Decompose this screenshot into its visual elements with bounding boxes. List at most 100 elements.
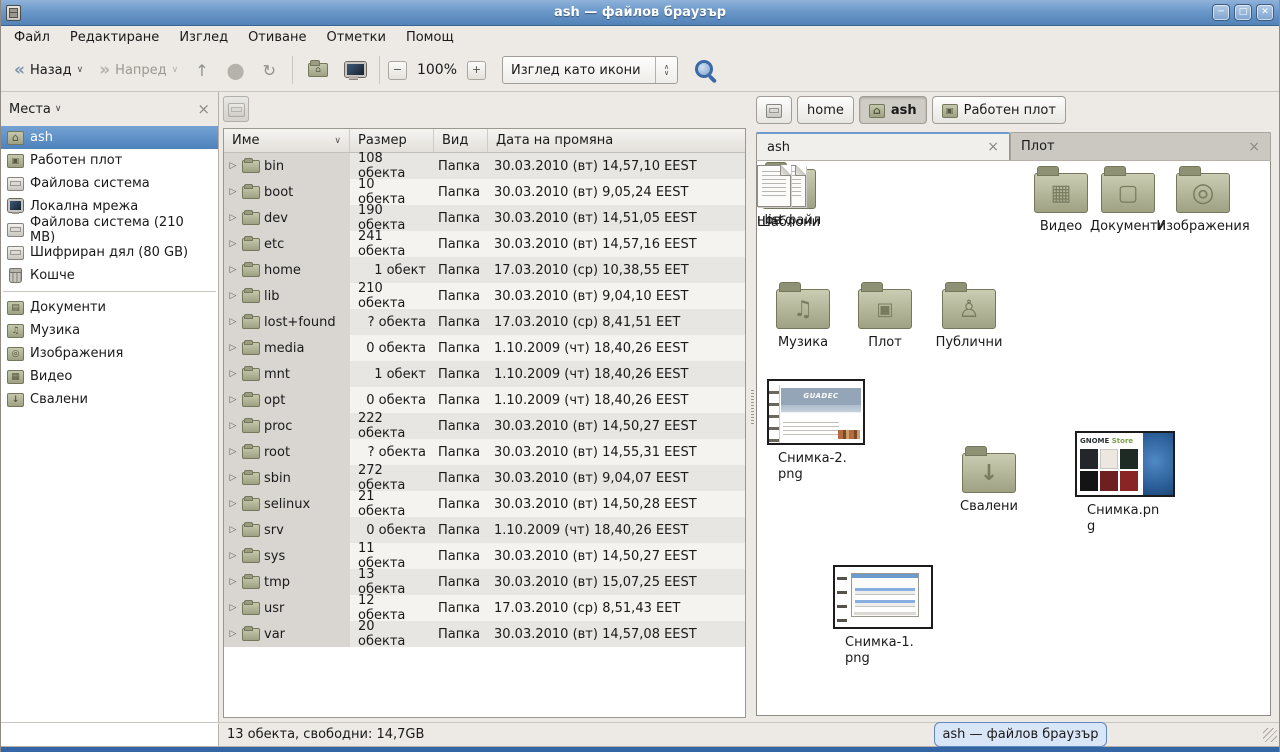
expander-icon[interactable]: ▷: [228, 161, 238, 171]
tab-close-icon[interactable]: ×: [987, 139, 999, 155]
icon-view-item[interactable]: list: [757, 161, 791, 229]
sidebar-place-item[interactable]: Документи: [1, 296, 218, 319]
table-row[interactable]: ▷ usr 12 обекта Папка 17.03.2010 (ср) 8,…: [224, 595, 745, 621]
resize-grip[interactable]: [1263, 728, 1277, 742]
taskbar-window-button[interactable]: ash — файлов браузър: [934, 722, 1107, 747]
menu-item[interactable]: Изглед: [170, 28, 237, 47]
home-button[interactable]: ⌂: [301, 58, 335, 82]
back-button[interactable]: « Назад ∨: [7, 58, 90, 83]
menu-item[interactable]: Помощ: [397, 28, 463, 47]
menu-item[interactable]: Редактиране: [61, 28, 168, 47]
sidebar-place-item[interactable]: Кошче: [1, 264, 218, 287]
icon-view-item[interactable]: Изображения: [1163, 165, 1243, 235]
expander-icon[interactable]: ▷: [228, 265, 238, 275]
menu-item[interactable]: Отиване: [239, 28, 315, 47]
icon-view-item[interactable]: Видео: [1025, 165, 1097, 235]
sidebar-place-item[interactable]: Изображения: [1, 342, 218, 365]
expander-icon[interactable]: ▷: [228, 343, 238, 353]
icon-view-item[interactable]: Публични: [929, 281, 1009, 351]
close-button[interactable]: ✕: [1256, 4, 1274, 21]
combo-spinner-icon[interactable]: ∧∨: [655, 57, 677, 83]
expander-icon[interactable]: ▷: [228, 421, 238, 431]
sidebar-place-item[interactable]: Файлова система (210 MB): [1, 218, 218, 241]
table-row[interactable]: ▷ proc 222 обекта Папка 30.03.2010 (вт) …: [224, 413, 745, 439]
path-home-button[interactable]: home: [797, 96, 854, 124]
sidebar-place-item[interactable]: ash: [1, 126, 218, 149]
back-history-caret-icon[interactable]: ∨: [77, 65, 84, 75]
table-row[interactable]: ▷ boot 10 обекта Папка 30.03.2010 (вт) 9…: [224, 179, 745, 205]
table-row[interactable]: ▷ lost+found ? обекта Папка 17.03.2010 (…: [224, 309, 745, 335]
expander-icon[interactable]: ▷: [228, 629, 238, 639]
table-row[interactable]: ▷ srv 0 обекта Папка 1.10.2009 (чт) 18,4…: [224, 517, 745, 543]
table-row[interactable]: ▷ tmp 13 обекта Папка 30.03.2010 (вт) 15…: [224, 569, 745, 595]
table-row[interactable]: ▷ bin 108 обекта Папка 30.03.2010 (вт) 1…: [224, 153, 745, 179]
menu-item[interactable]: Файл: [5, 28, 59, 47]
expander-icon[interactable]: ▷: [228, 317, 238, 327]
table-row[interactable]: ▷ dev 190 обекта Папка 30.03.2010 (вт) 1…: [224, 205, 745, 231]
sidebar-place-item[interactable]: Файлова система: [1, 172, 218, 195]
maximize-button[interactable]: □: [1234, 4, 1252, 21]
icon-view-item[interactable]: Документи: [1097, 165, 1159, 235]
minimize-button[interactable]: ─: [1212, 4, 1230, 21]
pane-splitter[interactable]: [749, 92, 756, 722]
sidebar-place-item[interactable]: Музика: [1, 319, 218, 342]
column-header-size[interactable]: Размер: [350, 129, 434, 152]
reload-button[interactable]: ↻: [255, 57, 284, 84]
path-root-button[interactable]: [756, 96, 792, 124]
icon-view-item[interactable]: GUADEC Снимка-2.png: [767, 379, 865, 483]
table-row[interactable]: ▷ etc 241 обекта Папка 30.03.2010 (вт) 1…: [224, 231, 745, 257]
table-row[interactable]: ▷ lib 210 обекта Папка 30.03.2010 (вт) 9…: [224, 283, 745, 309]
forward-button[interactable]: » Напред ∨: [92, 58, 185, 83]
stop-button[interactable]: ⬤: [219, 57, 253, 84]
expander-icon[interactable]: ▷: [228, 369, 238, 379]
table-row[interactable]: ▷ var 20 обекта Папка 30.03.2010 (вт) 14…: [224, 621, 745, 647]
table-row[interactable]: ▷ selinux 21 обекта Папка 30.03.2010 (вт…: [224, 491, 745, 517]
up-button[interactable]: ↑: [187, 57, 216, 84]
expander-icon[interactable]: ▷: [228, 473, 238, 483]
table-row[interactable]: ▷ sbin 272 обекта Папка 30.03.2010 (вт) …: [224, 465, 745, 491]
expander-icon[interactable]: ▷: [228, 499, 238, 509]
view-mode-select[interactable]: Изглед като икони ∧∨: [502, 56, 678, 84]
column-header-date[interactable]: Дата на промяна: [488, 129, 745, 152]
icon-view-item[interactable]: Свалени: [953, 445, 1025, 515]
sidebar-place-item[interactable]: Свалени: [1, 388, 218, 411]
sidebar-close-icon[interactable]: ×: [197, 102, 210, 116]
expander-icon[interactable]: ▷: [228, 525, 238, 535]
computer-button[interactable]: [337, 57, 371, 83]
table-row[interactable]: ▷ mnt 1 обект Папка 1.10.2009 (чт) 18,40…: [224, 361, 745, 387]
table-row[interactable]: ▷ sys 11 обекта Папка 30.03.2010 (вт) 14…: [224, 543, 745, 569]
table-row[interactable]: ▷ opt 0 обекта Папка 1.10.2009 (чт) 18,4…: [224, 387, 745, 413]
menu-item[interactable]: Отметки: [317, 28, 394, 47]
table-row[interactable]: ▷ home 1 обект Папка 17.03.2010 (ср) 10,…: [224, 257, 745, 283]
sidebar-place-item[interactable]: Видео: [1, 365, 218, 388]
expander-icon[interactable]: ▷: [228, 447, 238, 457]
icon-view-canvas[interactable]: GUADEC Снимка-2.png GNOME Store Снимка.p…: [756, 161, 1271, 716]
icon-view-item[interactable]: Снимка-1.png: [833, 565, 933, 667]
expander-icon[interactable]: ▷: [228, 551, 238, 561]
tab-plot[interactable]: Плот ×: [1010, 132, 1271, 160]
search-button[interactable]: [692, 57, 718, 83]
path-ash-button[interactable]: ash: [859, 96, 927, 124]
column-header-name[interactable]: Име ∨: [224, 129, 350, 152]
table-row[interactable]: ▷ root ? обекта Папка 30.03.2010 (вт) 14…: [224, 439, 745, 465]
expander-icon[interactable]: ▷: [228, 577, 238, 587]
expander-icon[interactable]: ▷: [228, 291, 238, 301]
zoom-out-button[interactable]: −: [388, 61, 407, 80]
expander-icon[interactable]: ▷: [228, 395, 238, 405]
sidebar-place-item[interactable]: Шифриран дял (80 GB): [1, 241, 218, 264]
table-row[interactable]: ▷ media 0 обекта Папка 1.10.2009 (чт) 18…: [224, 335, 745, 361]
tab-close-icon[interactable]: ×: [1248, 139, 1260, 155]
expander-icon[interactable]: ▷: [228, 603, 238, 613]
show-places-button[interactable]: [223, 96, 249, 122]
icon-view-item[interactable]: Музика: [765, 281, 841, 351]
expander-icon[interactable]: ▷: [228, 187, 238, 197]
expander-icon[interactable]: ▷: [228, 213, 238, 223]
sidebar-mode-caret-icon[interactable]: ∨: [55, 104, 62, 114]
column-header-type[interactable]: Вид: [434, 129, 488, 152]
icon-view-item[interactable]: Плот: [845, 281, 925, 351]
expander-icon[interactable]: ▷: [228, 239, 238, 249]
sidebar-place-item[interactable]: Работен плот: [1, 149, 218, 172]
tab-ash[interactable]: ash ×: [756, 132, 1010, 160]
icon-view-item[interactable]: GNOME Store Снимка.png: [1075, 431, 1175, 535]
path-desktop-button[interactable]: Работен плот: [932, 96, 1066, 124]
